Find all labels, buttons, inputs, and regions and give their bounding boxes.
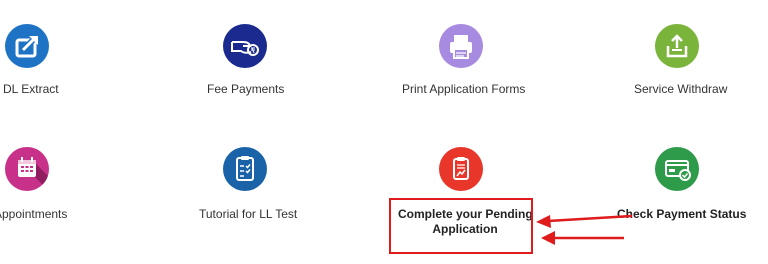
annotation-arrows — [536, 214, 633, 245]
arrow-head-top — [536, 215, 551, 228]
arrow-line-top — [547, 214, 633, 223]
arrow-head-bottom — [541, 231, 555, 245]
